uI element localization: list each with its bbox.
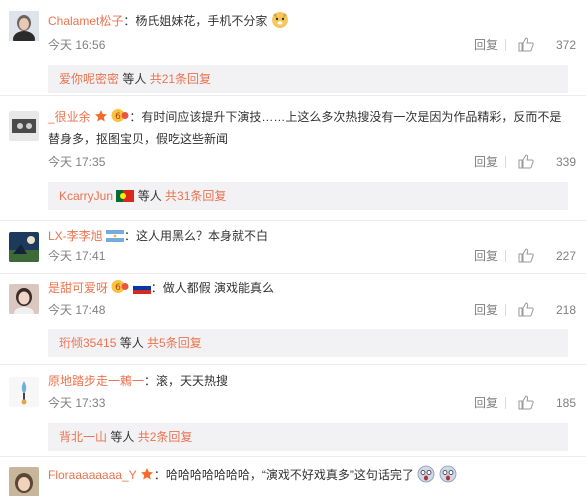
colon: ：: [150, 281, 163, 295]
divider: [505, 39, 506, 51]
comment-time: 今天 16:56: [48, 38, 106, 52]
thumbs-up-icon: [518, 154, 534, 169]
thumbs-up-icon: [518, 37, 534, 52]
star-badge-icon: [140, 468, 153, 480]
comment-item: _很业余 6 ：有时间应该提升下演技……上这么多次热搜没有一次是因为作品精彩，反而…: [0, 96, 586, 220]
view-replies-link[interactable]: 共21条回复: [150, 72, 211, 86]
colon: ：: [124, 229, 137, 243]
reply-etc: 等人: [119, 72, 150, 86]
comment-text: 杨氏姐妹花，手机不分家: [135, 14, 268, 28]
comment-text: 滚，天天热搜: [156, 374, 229, 388]
comment-item: Floraaaaaaaa_Y ：哈哈哈哈哈哈哈，“演戏不好戏真多”这句话完了: [0, 457, 586, 496]
reply-button[interactable]: 回复: [474, 246, 498, 266]
comment-text: 哈哈哈哈哈哈哈，“演戏不好戏真多”这句话完了: [165, 468, 414, 482]
divider: [505, 397, 506, 409]
divider: [505, 304, 506, 316]
star-badge-icon: [95, 110, 108, 122]
divider: [505, 250, 506, 262]
view-replies-link[interactable]: 共2条回复: [138, 430, 193, 444]
avatar[interactable]: [9, 111, 39, 141]
like-count: 185: [555, 396, 576, 410]
reply-etc: 等人: [134, 189, 166, 203]
comment-time: 今天 17:33: [48, 396, 106, 410]
avatar[interactable]: [9, 232, 39, 262]
thumbs-up-icon: [518, 248, 534, 263]
like-count: 339: [555, 155, 576, 169]
avatar[interactable]: [9, 11, 39, 41]
comment-item: LX-李李旭 ：这人用黑么？本身就不白 今天 17:41 回复 227: [0, 221, 586, 273]
comment-item: 是甜可爱呀 6 ：做人都假 演戏能真么 今天 17:48 回复 218 珩倾35…: [0, 274, 586, 364]
like-count: 372: [555, 38, 576, 52]
divider: [505, 156, 506, 168]
username-link[interactable]: 是甜可爱呀: [48, 281, 108, 295]
reply-username-link[interactable]: 背北一山: [59, 430, 107, 444]
reply-username-link[interactable]: 珩倾35415: [59, 336, 116, 350]
dog-emoji-icon: [271, 12, 288, 28]
svg-text:6: 6: [116, 112, 122, 122]
username-link[interactable]: LX-李李旭: [48, 229, 103, 243]
thumbs-up-icon: [518, 302, 534, 317]
fan-badge-icon: 6: [111, 280, 129, 293]
fan-badge-icon: 6: [111, 109, 129, 122]
comment-item: Chalamet松子：杨氏姐妹花，手机不分家 今天 16:56 回复 372 爱…: [0, 0, 586, 95]
sub-replies: 珩倾35415 等人 共5条回复: [48, 329, 568, 357]
thumbs-up-icon: [518, 395, 534, 410]
username-link[interactable]: Floraaaaaaaa_Y: [48, 468, 137, 482]
comment-time: 今天 17:48: [48, 303, 106, 317]
scared-face-emoji-icon: [417, 465, 435, 483]
sub-replies: 背北一山 等人 共2条回复: [48, 423, 568, 451]
like-count: 227: [555, 249, 576, 263]
avatar[interactable]: [9, 467, 39, 496]
flag-russia-icon: [132, 282, 151, 294]
reply-username-link[interactable]: KcarryJun: [59, 189, 113, 203]
colon: ：: [153, 468, 166, 482]
view-replies-link[interactable]: 共31条回复: [165, 189, 226, 203]
reply-button[interactable]: 回复: [474, 152, 498, 172]
comment-text: 做人都假 演戏能真么: [162, 281, 275, 295]
reply-etc: 等人: [107, 430, 138, 444]
comment-text: 这人用黑么？本身就不白: [136, 229, 269, 243]
avatar[interactable]: [9, 284, 39, 314]
view-replies-link[interactable]: 共5条回复: [147, 336, 202, 350]
comment-time: 今天 17:41: [48, 249, 106, 263]
colon: ：: [123, 14, 136, 28]
reply-button[interactable]: 回复: [474, 35, 498, 55]
scared-face-emoji-icon: [439, 465, 456, 483]
colon: ：: [144, 374, 157, 388]
avatar[interactable]: [9, 377, 39, 407]
like-count: 218: [555, 303, 576, 317]
comment-text-continued: 替身多，抠图宝贝，假吃这些新闻: [48, 132, 229, 146]
username-link[interactable]: _很业余: [48, 110, 91, 124]
sub-replies: KcarryJun 等人 共31条回复: [48, 182, 568, 210]
reply-username-link[interactable]: 爱你呢密密: [59, 72, 119, 86]
comment-time: 今天 17:35: [48, 155, 106, 169]
colon: ：: [129, 110, 142, 124]
reply-button[interactable]: 回复: [474, 393, 498, 413]
reply-button[interactable]: 回复: [474, 300, 498, 320]
username-link[interactable]: 原地踏步走一鵣一: [48, 374, 144, 388]
comment-item: 原地踏步走一鵣一：滚，天天热搜 今天 17:33 回复 185 背北一山 等人 …: [0, 365, 586, 456]
sub-replies: 爱你呢密密 等人 共21条回复: [48, 65, 568, 93]
reply-etc: 等人: [116, 336, 148, 350]
flag-portugal-icon: [116, 190, 135, 202]
flag-argentina-icon: [106, 230, 125, 242]
svg-text:6: 6: [115, 283, 121, 293]
username-link[interactable]: Chalamet松子: [48, 14, 123, 28]
comment-text: 有时间应该提升下演技……上这么多次热搜没有一次是因为作品精彩，反而不是: [141, 110, 562, 124]
